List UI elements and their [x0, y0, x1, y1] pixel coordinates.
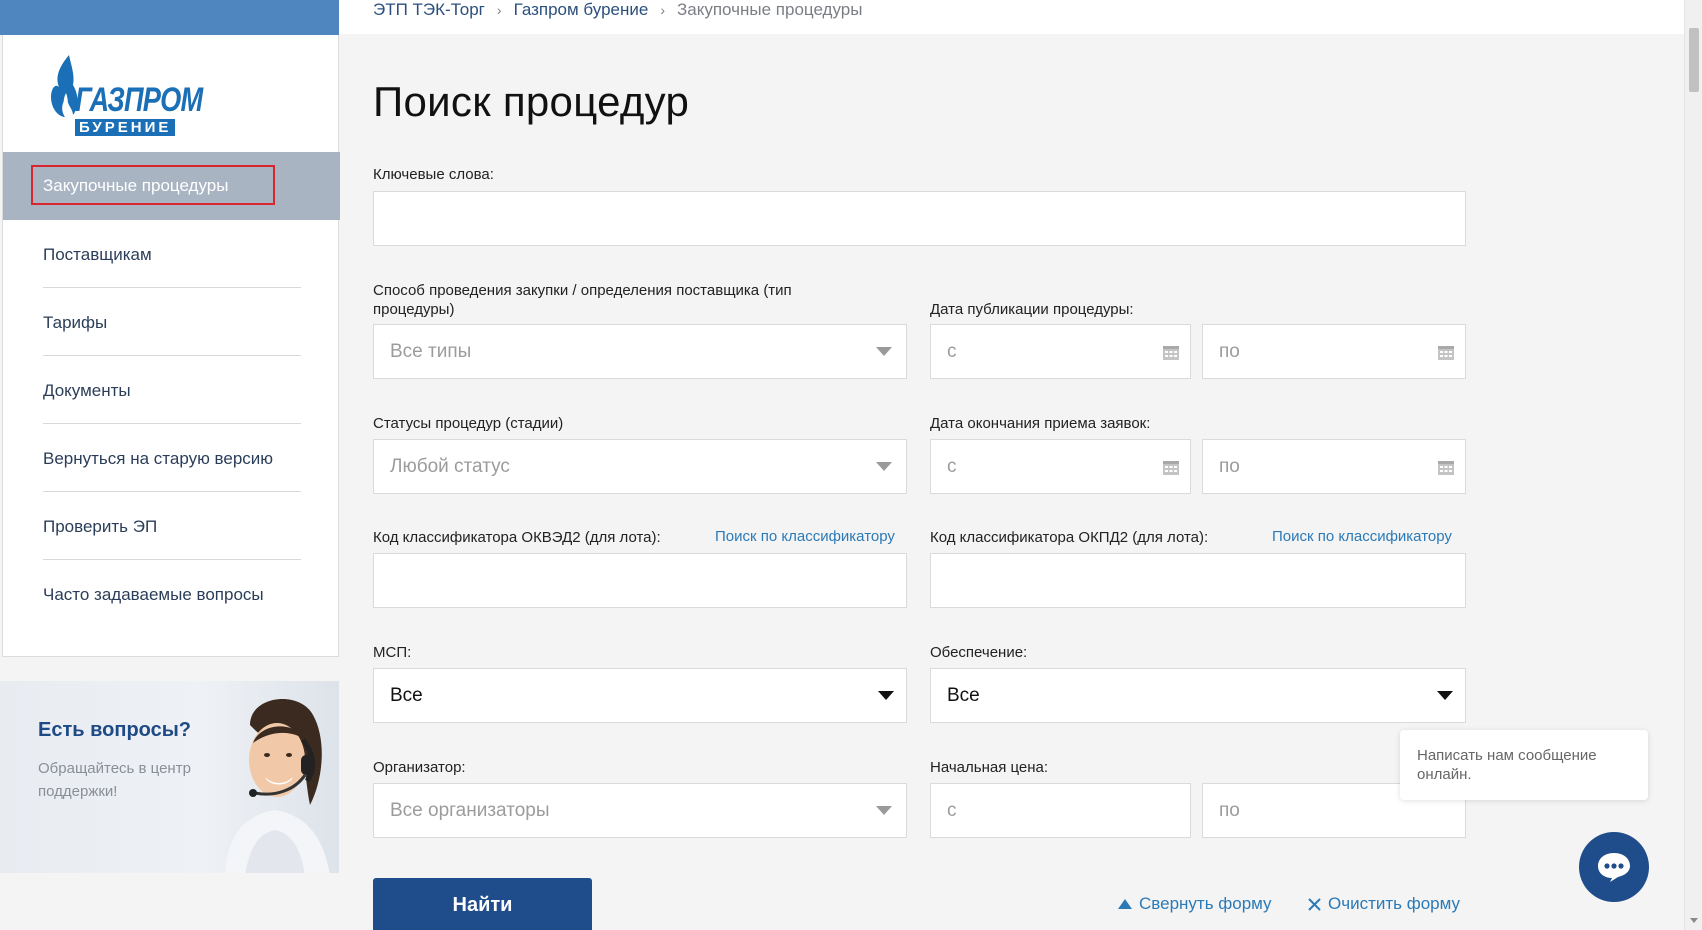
msp-select-value: Все — [390, 684, 423, 706]
breadcrumb-current: Закупочные процедуры — [677, 0, 863, 19]
sidebar-nav: Поставщикам Тарифы Документы Вернуться н… — [43, 220, 301, 628]
logo-text: ГАЗПРОМ БУРЕНИЕ — [75, 83, 234, 136]
okved-input[interactable] — [373, 553, 907, 608]
chevron-down-icon — [876, 347, 892, 356]
okpd-input[interactable] — [930, 553, 1466, 608]
status-select[interactable]: Любой статус — [373, 439, 907, 494]
chevron-down-icon — [878, 691, 894, 700]
sidebar-item-tariffs[interactable]: Тарифы — [43, 288, 301, 356]
security-label: Обеспечение: — [930, 644, 1028, 661]
clear-form-label: Очистить форму — [1328, 894, 1460, 913]
msp-label: МСП: — [373, 644, 412, 661]
support-subtitle: Обращайтесь в центр поддержки! — [38, 760, 191, 800]
sidebar-item-label: Закупочные процедуры — [43, 176, 229, 195]
organizer-label: Организатор: — [373, 759, 466, 776]
status-label: Статусы процедур (стадии) — [373, 415, 564, 432]
support-title: Есть вопросы? — [38, 719, 192, 741]
sidebar-item-faq[interactable]: Часто задаваемые вопросы — [43, 560, 301, 628]
support-operator-icon — [225, 698, 330, 873]
collapse-form-label: Свернуть форму — [1139, 894, 1272, 913]
price-from-input[interactable]: с — [930, 783, 1191, 838]
organizer-select-value: Все организаторы — [390, 799, 550, 821]
logo-line2: БУРЕНИЕ — [75, 119, 176, 136]
method-label: Способ проведения закупки / определения … — [373, 282, 792, 318]
sidebar-item-suppliers[interactable]: Поставщикам — [43, 220, 301, 288]
okpd-classifier-link[interactable]: Поиск по классификатору — [1272, 528, 1452, 545]
method-select[interactable]: Все типы — [373, 324, 907, 379]
support-banner[interactable]: Есть вопросы? Обращайтесь в центр поддер… — [0, 681, 339, 873]
sidebar-top-bar — [0, 0, 339, 35]
sidebar-item-check-signature[interactable]: Проверить ЭП — [43, 492, 301, 560]
pub-date-from-input[interactable]: с — [930, 324, 1191, 379]
organizer-select[interactable]: Все организаторы — [373, 783, 907, 838]
end-date-label: Дата окончания приема заявок: — [930, 415, 1151, 432]
keywords-input[interactable] — [373, 191, 1466, 246]
okved-classifier-link[interactable]: Поиск по классификатору — [715, 528, 895, 545]
calendar-icon[interactable] — [1162, 459, 1180, 476]
msp-select[interactable]: Все — [373, 668, 907, 723]
sidebar-item-documents[interactable]: Документы — [43, 356, 301, 424]
price-to-placeholder: по — [1219, 799, 1240, 821]
logo-line1: ГАЗПРОМ — [75, 81, 203, 119]
sidebar-item-procurement[interactable]: Закупочные процедуры — [3, 152, 340, 220]
pub-date-to-input[interactable]: по — [1202, 324, 1466, 379]
price-from-placeholder: с — [947, 799, 957, 821]
find-button[interactable]: Найти — [373, 878, 592, 930]
breadcrumb-separator-icon: › — [496, 2, 502, 18]
breadcrumb: ЭТП ТЭК-Торг › Газпром бурение › Закупоч… — [373, 0, 862, 21]
chevron-down-icon — [876, 806, 892, 815]
security-select-value: Все — [947, 684, 980, 706]
security-select[interactable]: Все — [930, 668, 1466, 723]
end-date-to-input[interactable]: по — [1202, 439, 1466, 494]
keywords-label: Ключевые слова: — [373, 166, 494, 183]
scroll-down-icon[interactable] — [1690, 918, 1698, 923]
page-scrollbar[interactable] — [1684, 0, 1702, 930]
gazprom-logo[interactable]: ГАЗПРОМ БУРЕНИЕ — [41, 53, 203, 153]
breadcrumb-separator-icon: › — [660, 2, 665, 18]
calendar-icon[interactable] — [1437, 459, 1455, 476]
sidebar: ГАЗПРОМ БУРЕНИЕ Закупочные процедуры Пос… — [2, 35, 340, 657]
calendar-icon[interactable] — [1162, 344, 1180, 361]
breadcrumb-gazprom[interactable]: Газпром бурение — [514, 0, 649, 20]
end-date-from-placeholder: с — [947, 455, 957, 477]
end-date-from-input[interactable]: с — [930, 439, 1191, 494]
pub-date-label: Дата публикации процедуры: — [930, 301, 1134, 318]
pub-date-to-placeholder: по — [1219, 340, 1240, 362]
breadcrumb-etp[interactable]: ЭТП ТЭК-Торг — [373, 0, 485, 20]
sidebar-item-old-version[interactable]: Вернуться на старую версию — [43, 424, 301, 492]
chat-icon — [1598, 853, 1630, 882]
price-label: Начальная цена: — [930, 759, 1049, 776]
okved-label: Код классификатора ОКВЭД2 (для лота): — [373, 529, 661, 546]
chat-button[interactable] — [1579, 832, 1649, 902]
scrollbar-thumb[interactable] — [1689, 28, 1699, 92]
method-select-value: Все типы — [390, 340, 472, 362]
chevron-down-icon — [876, 462, 892, 471]
pub-date-from-placeholder: с — [947, 340, 957, 362]
collapse-form-link[interactable]: Свернуть форму — [1118, 894, 1272, 914]
chat-tooltip[interactable]: Написать нам сообщение онлайн. — [1400, 730, 1648, 800]
close-icon — [1308, 897, 1321, 911]
end-date-to-placeholder: по — [1219, 455, 1240, 477]
status-select-value: Любой статус — [390, 455, 510, 477]
calendar-icon[interactable] — [1437, 344, 1455, 361]
chevron-down-icon — [1437, 691, 1453, 700]
triangle-up-icon — [1118, 899, 1132, 909]
page-title: Поиск процедур — [373, 78, 690, 125]
okpd-label: Код классификатора ОКПД2 (для лота): — [930, 529, 1209, 546]
clear-form-link[interactable]: Очистить форму — [1308, 894, 1460, 914]
